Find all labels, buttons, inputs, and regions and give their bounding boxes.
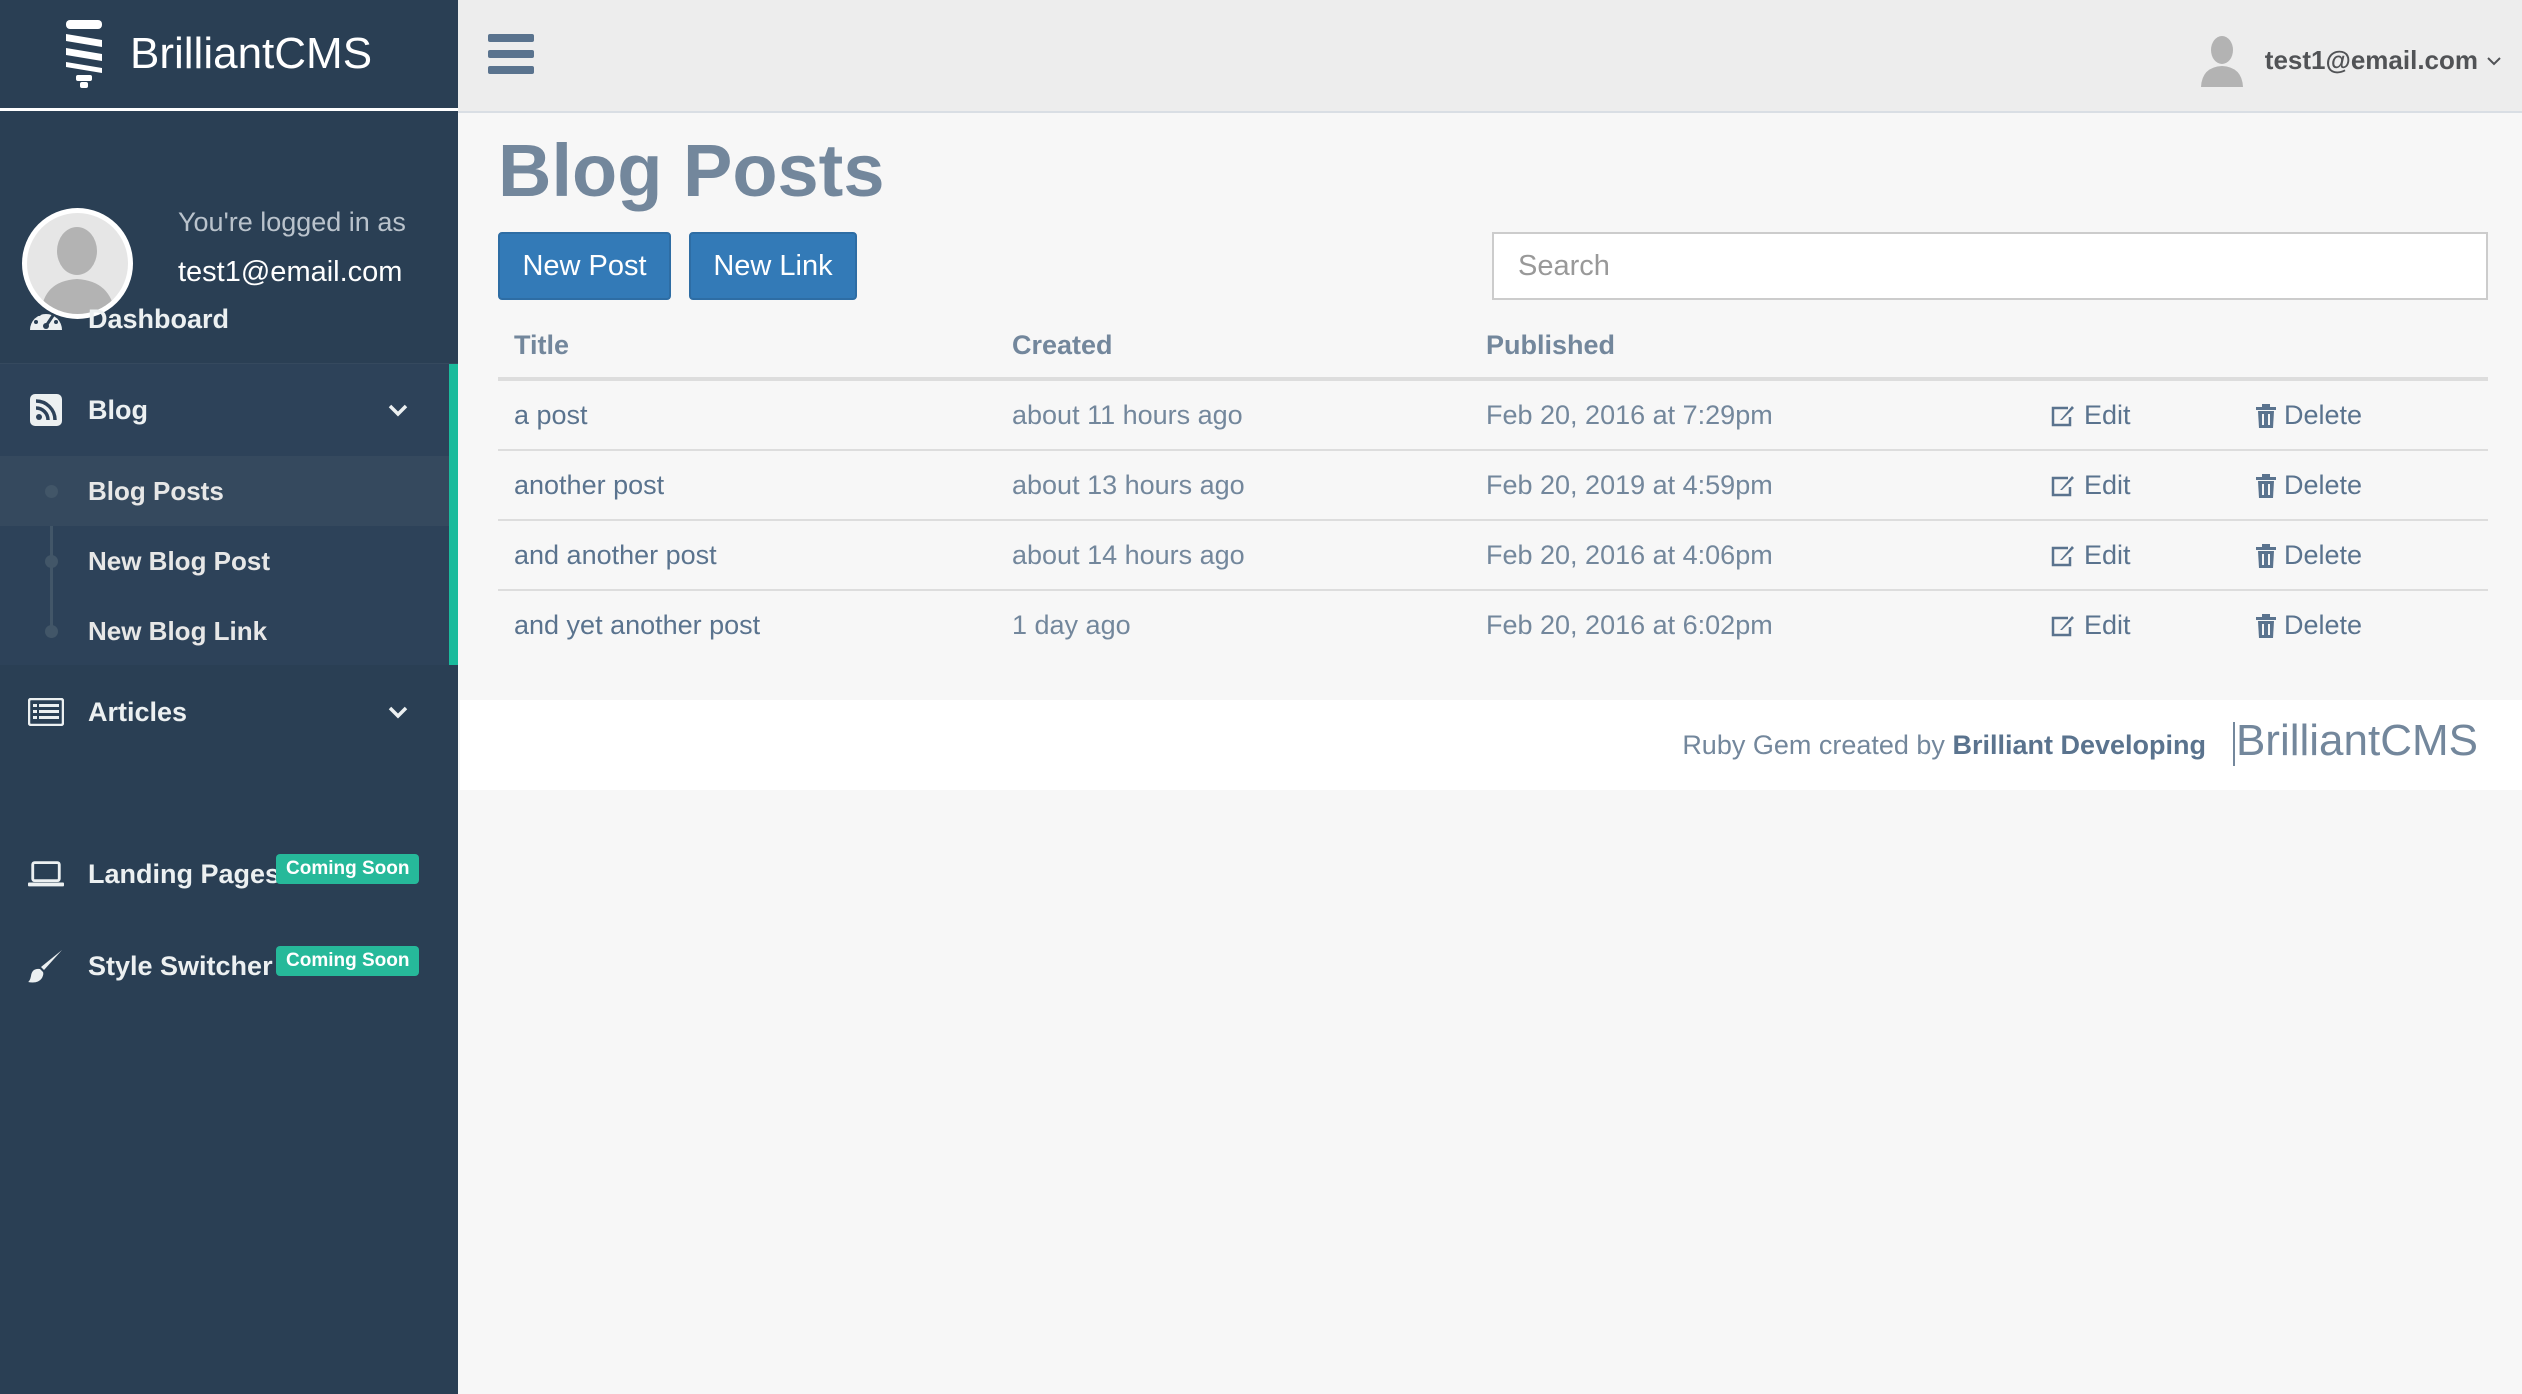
logged-in-label: You're logged in as bbox=[178, 207, 406, 237]
footer-credit: Ruby Gem created by Brilliant Developing bbox=[1682, 730, 2206, 761]
column-header-published[interactable]: Published bbox=[1486, 330, 1615, 361]
rss-icon bbox=[28, 392, 64, 428]
footer: Ruby Gem created by Brilliant Developing… bbox=[460, 700, 2522, 790]
sidebar-item-articles[interactable]: Articles bbox=[0, 682, 458, 742]
sidebar-item-label: Blog bbox=[88, 394, 148, 425]
sidebar-item-landing-pages[interactable]: Landing Pages Coming Soon bbox=[0, 844, 458, 904]
table-row: and yet another post 1 day ago Feb 20, 2… bbox=[498, 591, 2488, 661]
post-published: Feb 20, 2016 at 7:29pm bbox=[1486, 400, 1773, 430]
sidebar-item-new-blog-post[interactable]: New Blog Post bbox=[0, 526, 449, 596]
table-header: Title Created Published bbox=[498, 310, 2488, 381]
lightbulb-icon bbox=[66, 20, 102, 88]
post-published: Feb 20, 2019 at 4:59pm bbox=[1486, 470, 1773, 500]
laptop-icon bbox=[28, 856, 64, 892]
edit-label: Edit bbox=[2084, 540, 2131, 570]
delete-label: Delete bbox=[2284, 400, 2363, 430]
sidebar-item-label: New Blog Post bbox=[88, 545, 271, 576]
post-created: about 11 hours ago bbox=[1012, 400, 1243, 430]
user-silhouette-icon bbox=[2200, 36, 2243, 87]
avatar bbox=[2197, 33, 2247, 87]
post-published: Feb 20, 2016 at 6:02pm bbox=[1486, 610, 1773, 640]
new-post-button[interactable]: New Post bbox=[498, 232, 671, 300]
sidebar-item-label: Dashboard bbox=[88, 303, 230, 334]
sidebar-item-label: Blog Posts bbox=[88, 475, 224, 506]
post-title[interactable]: a post bbox=[514, 400, 588, 431]
chevron-down-icon bbox=[388, 698, 408, 726]
search-input[interactable]: Search bbox=[1492, 232, 2488, 300]
delete-link[interactable]: Delete bbox=[2256, 400, 2362, 431]
footer-logo: BrilliantCMS bbox=[2235, 716, 2478, 765]
topbar: test1@email.com bbox=[458, 0, 2522, 113]
user-menu[interactable]: test1@email.com bbox=[2197, 33, 2502, 87]
post-created: about 13 hours ago bbox=[1012, 470, 1245, 500]
post-title[interactable]: another post bbox=[514, 470, 664, 501]
post-title[interactable]: and yet another post bbox=[514, 610, 760, 641]
credit-prefix: Ruby Gem created by bbox=[1682, 730, 1945, 760]
delete-link[interactable]: Delete bbox=[2256, 470, 2362, 501]
edit-icon bbox=[2051, 475, 2074, 496]
edit-link[interactable]: Edit bbox=[2050, 470, 2131, 501]
sidebar-item-label: Style Switcher bbox=[88, 950, 273, 981]
profile-email: test1@email.com bbox=[178, 256, 403, 288]
delete-label: Delete bbox=[2284, 470, 2363, 500]
coming-soon-badge: Coming Soon bbox=[276, 946, 420, 976]
column-header-title[interactable]: Title bbox=[514, 330, 569, 361]
edit-icon bbox=[2051, 615, 2074, 636]
sidebar-item-blog-posts[interactable]: Blog Posts bbox=[0, 456, 449, 526]
sidebar-item-label: New Blog Link bbox=[88, 615, 268, 646]
post-created: 1 day ago bbox=[1012, 610, 1131, 640]
brand[interactable]: BrilliantCMS bbox=[0, 0, 458, 111]
paintbrush-icon bbox=[28, 948, 64, 984]
coming-soon-badge: Coming Soon bbox=[276, 854, 420, 884]
chevron-down-icon bbox=[388, 396, 408, 424]
trash-icon bbox=[2256, 473, 2276, 498]
edit-icon bbox=[2051, 405, 2074, 426]
edit-link[interactable]: Edit bbox=[2050, 400, 2131, 431]
post-created: about 14 hours ago bbox=[1012, 540, 1245, 570]
edit-label: Edit bbox=[2084, 610, 2131, 640]
new-link-button[interactable]: New Link bbox=[689, 232, 857, 300]
delete-link[interactable]: Delete bbox=[2256, 610, 2362, 641]
edit-icon bbox=[2051, 545, 2074, 566]
sidebar-item-label: Articles bbox=[88, 696, 188, 727]
table-row: and another post about 14 hours ago Feb … bbox=[498, 521, 2488, 591]
sidebar-item-new-blog-link[interactable]: New Blog Link bbox=[0, 596, 449, 666]
edit-label: Edit bbox=[2084, 400, 2131, 430]
delete-link[interactable]: Delete bbox=[2256, 540, 2362, 571]
credit-author-link[interactable]: Brilliant Developing bbox=[1952, 730, 2206, 760]
brand-name: BrilliantCMS bbox=[130, 29, 373, 78]
page-title: Blog Posts bbox=[498, 129, 885, 212]
delete-label: Delete bbox=[2284, 610, 2363, 640]
sidebar-item-style-switcher[interactable]: Style Switcher Coming Soon bbox=[0, 936, 458, 996]
table-row: a post about 11 hours ago Feb 20, 2016 a… bbox=[498, 381, 2488, 451]
menu-toggle-icon[interactable] bbox=[488, 34, 534, 74]
trash-icon bbox=[2256, 613, 2276, 638]
sidebar: BrilliantCMS You're logged in as test1@e… bbox=[0, 0, 458, 1394]
delete-label: Delete bbox=[2284, 540, 2363, 570]
edit-label: Edit bbox=[2084, 470, 2131, 500]
edit-link[interactable]: Edit bbox=[2050, 540, 2131, 571]
table-row: another post about 13 hours ago Feb 20, … bbox=[498, 451, 2488, 521]
list-icon bbox=[28, 694, 64, 730]
sidebar-item-dashboard[interactable]: Dashboard bbox=[0, 289, 458, 349]
column-header-created[interactable]: Created bbox=[1012, 330, 1113, 361]
bullet-icon bbox=[45, 624, 58, 638]
user-email: test1@email.com bbox=[2264, 44, 2478, 75]
footer-separator bbox=[2233, 722, 2235, 766]
post-title[interactable]: and another post bbox=[514, 540, 717, 571]
trash-icon bbox=[2256, 403, 2276, 428]
sidebar-item-label: Landing Pages bbox=[88, 858, 281, 889]
bullet-icon bbox=[45, 484, 58, 498]
posts-table: Title Created Published a post about 11 … bbox=[498, 310, 2488, 661]
post-published: Feb 20, 2016 at 4:06pm bbox=[1486, 540, 1773, 570]
chevron-down-icon bbox=[2486, 49, 2502, 72]
edit-link[interactable]: Edit bbox=[2050, 610, 2131, 641]
dashboard-icon bbox=[28, 301, 64, 337]
trash-icon bbox=[2256, 543, 2276, 568]
bullet-icon bbox=[45, 554, 58, 568]
sidebar-item-blog[interactable]: Blog bbox=[0, 380, 458, 440]
